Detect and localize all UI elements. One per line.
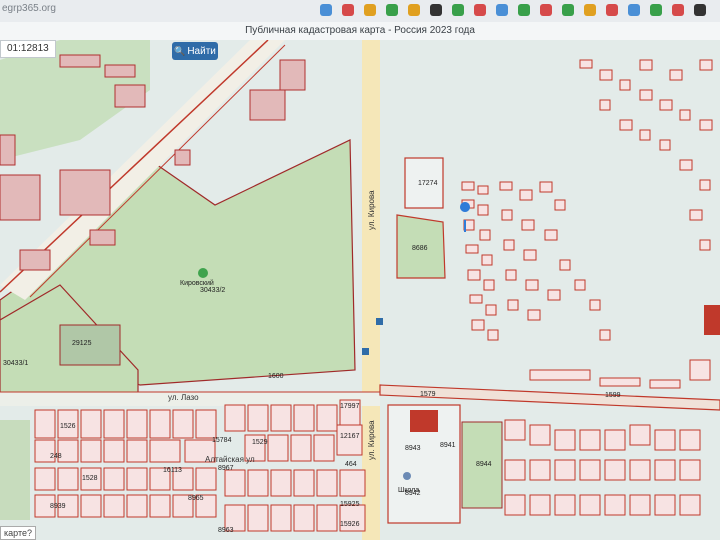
tab-favicon[interactable] bbox=[518, 4, 530, 16]
parcel-label: 15926 bbox=[340, 521, 360, 528]
parcel-label: 29125 bbox=[72, 340, 92, 347]
parcel-label: 8941 bbox=[440, 442, 456, 449]
parcel-label: 8963 bbox=[218, 527, 234, 534]
cadastral-map[interactable]: 17274 8686 29125 30433/1 30433/2 1600 15… bbox=[0, 40, 720, 540]
browser-toolbar: egrp365.org bbox=[0, 0, 720, 23]
address-bar[interactable]: egrp365.org bbox=[2, 3, 56, 14]
parcel-label: 8943 bbox=[405, 445, 421, 452]
parcel-label: 1529 bbox=[252, 439, 268, 446]
school-poi-icon[interactable] bbox=[403, 472, 411, 480]
parcel-label: 15784 bbox=[212, 437, 232, 444]
tab-favicon[interactable] bbox=[628, 4, 640, 16]
street-label: Алтайская ул bbox=[205, 455, 255, 464]
parcel-label: 8686 bbox=[412, 245, 428, 252]
cadastral-number-input[interactable]: 01:12813 bbox=[0, 40, 56, 58]
tab-favicon[interactable] bbox=[342, 4, 354, 16]
tab-favicon[interactable] bbox=[694, 4, 706, 16]
parcel-label: 1599 bbox=[605, 392, 621, 399]
parcel-label: 16113 bbox=[163, 467, 182, 474]
tab-favicon[interactable] bbox=[474, 4, 486, 16]
park-poi-icon[interactable] bbox=[198, 268, 208, 278]
location-pin-icon[interactable] bbox=[460, 202, 471, 212]
school-label: Школа bbox=[398, 487, 419, 494]
map-canvas[interactable]: 17274 8686 29125 30433/1 30433/2 1600 15… bbox=[0, 40, 720, 540]
tab-favicon[interactable] bbox=[496, 4, 508, 16]
parcel-label: 1579 bbox=[420, 391, 436, 398]
parcel-label: 12167 bbox=[340, 433, 360, 440]
parcel-label: 8967 bbox=[218, 465, 234, 472]
street-kirova bbox=[362, 40, 380, 540]
find-button[interactable]: 🔍 Найти bbox=[172, 42, 218, 60]
bus-stop-icon[interactable] bbox=[362, 348, 369, 355]
tab-favicon[interactable] bbox=[606, 4, 618, 16]
parcel-label: 17997 bbox=[340, 403, 360, 410]
parcel-label: 17274 bbox=[418, 180, 438, 187]
page-title: Публичная кадастровая карта - Россия 202… bbox=[0, 22, 720, 40]
street-label: ул. Кирова bbox=[367, 420, 376, 460]
tab-favicon[interactable] bbox=[452, 4, 464, 16]
tab-favicon[interactable] bbox=[430, 4, 442, 16]
street-label: ул. Кирова bbox=[367, 190, 376, 230]
parcel-label: 30433/2 bbox=[200, 287, 225, 294]
street-label: ул. Лазо bbox=[168, 393, 199, 402]
search-icon: 🔍 bbox=[174, 46, 186, 56]
building bbox=[704, 305, 720, 335]
parcel-label: 8965 bbox=[188, 495, 204, 502]
tab-favicon[interactable] bbox=[320, 4, 332, 16]
parcel-label: 8939 bbox=[50, 503, 66, 510]
parcel-label: 8944 bbox=[476, 461, 492, 468]
parcel-label: 1600 bbox=[268, 373, 284, 380]
parcel-label: 464 bbox=[345, 461, 357, 468]
tab-favicon[interactable] bbox=[408, 4, 420, 16]
tab-favicon[interactable] bbox=[562, 4, 574, 16]
parcel-label: 15925 bbox=[340, 501, 360, 508]
park-area bbox=[0, 420, 30, 520]
tab-favicon[interactable] bbox=[672, 4, 684, 16]
parcel-label: 248 bbox=[50, 453, 62, 460]
parcel-label: 1526 bbox=[60, 423, 76, 430]
tab-favicon[interactable] bbox=[386, 4, 398, 16]
tab-favicon[interactable] bbox=[584, 4, 596, 16]
tab-favicon[interactable] bbox=[364, 4, 376, 16]
school-building bbox=[410, 410, 438, 432]
bus-stop-icon[interactable] bbox=[376, 318, 383, 325]
poi-label: Кировский bbox=[180, 279, 214, 287]
parcel-label: 1528 bbox=[82, 475, 98, 482]
parcel-label: 30433/1 bbox=[3, 360, 28, 367]
feedback-link[interactable]: карте? bbox=[0, 526, 36, 540]
tab-favicon[interactable] bbox=[650, 4, 662, 16]
tab-favicon[interactable] bbox=[540, 4, 552, 16]
